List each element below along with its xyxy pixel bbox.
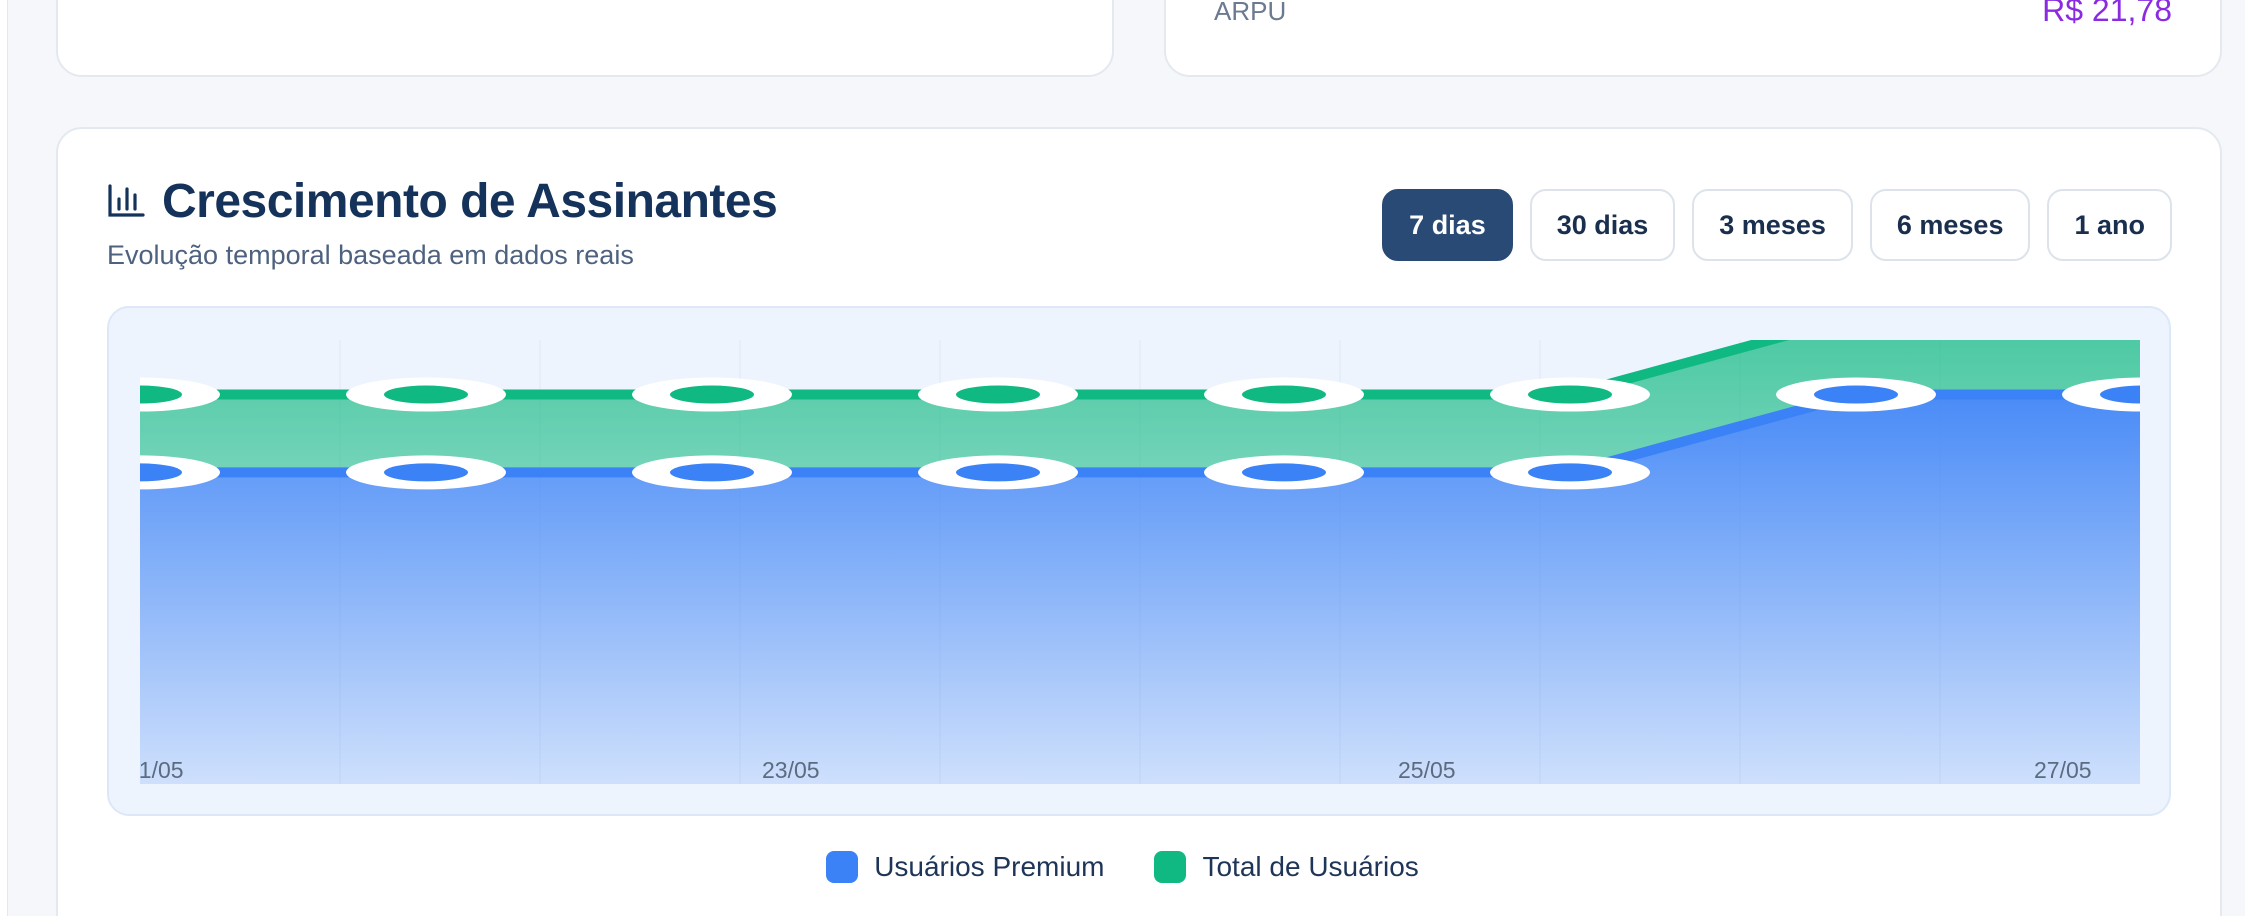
x-tick-label: 25/05 [1398,757,1456,783]
x-tick-label: 23/05 [762,757,820,783]
range-30-days-button[interactable]: 30 dias [1529,189,1676,261]
range-6-months-button[interactable]: 6 meses [1869,189,2031,261]
data-point-premium[interactable] [918,455,1078,490]
legend-item-total[interactable]: Total de Usuários [1154,851,1419,883]
bar-chart-icon [108,184,145,217]
chart-subtitle: Evolução temporal baseada em dados reais [107,240,634,270]
chart-legend: Usuários Premium Total de Usuários [0,851,2245,883]
data-point-premium[interactable] [346,455,506,490]
data-point-total[interactable] [1204,377,1364,412]
legend-swatch-total [1154,851,1187,883]
legend-label-premium: Usuários Premium [874,851,1105,882]
data-point-total[interactable] [918,377,1078,412]
data-point-total[interactable] [1490,377,1650,412]
data-point-premium[interactable] [1490,455,1650,490]
x-tick-label: 21/05 [140,757,184,783]
arpu-value: R$ 21,78 [2042,0,2172,28]
range-1-year-button[interactable]: 1 ano [2047,189,2172,261]
legend-swatch-premium [826,851,859,883]
chart-title: Crescimento de Assinantes [162,175,778,228]
time-range-selector: 7 dias 30 dias 3 meses 6 meses 1 ano [1382,189,2172,261]
data-point-total[interactable] [346,377,506,412]
legend-label-total: Total de Usuários [1202,851,1419,882]
data-point-premium[interactable] [1776,377,1936,412]
arpu-label: ARPU [1214,0,1287,26]
data-point-premium[interactable] [1204,455,1364,490]
range-7-days-button[interactable]: 7 dias [1382,189,1513,261]
x-tick-label: 27/05 [2034,757,2092,783]
left-rail [0,0,8,916]
data-point-total[interactable] [632,377,792,412]
data-point-premium[interactable] [632,455,792,490]
subscriber-growth-chart: 21/05 23/05 25/05 27/05 [140,340,2140,784]
kpi-card-left [56,0,1114,77]
kpi-card-arpu: ARPU R$ 21,78 [1164,0,2222,77]
legend-item-premium[interactable]: Usuários Premium [826,851,1104,883]
range-3-months-button[interactable]: 3 meses [1692,189,1853,261]
